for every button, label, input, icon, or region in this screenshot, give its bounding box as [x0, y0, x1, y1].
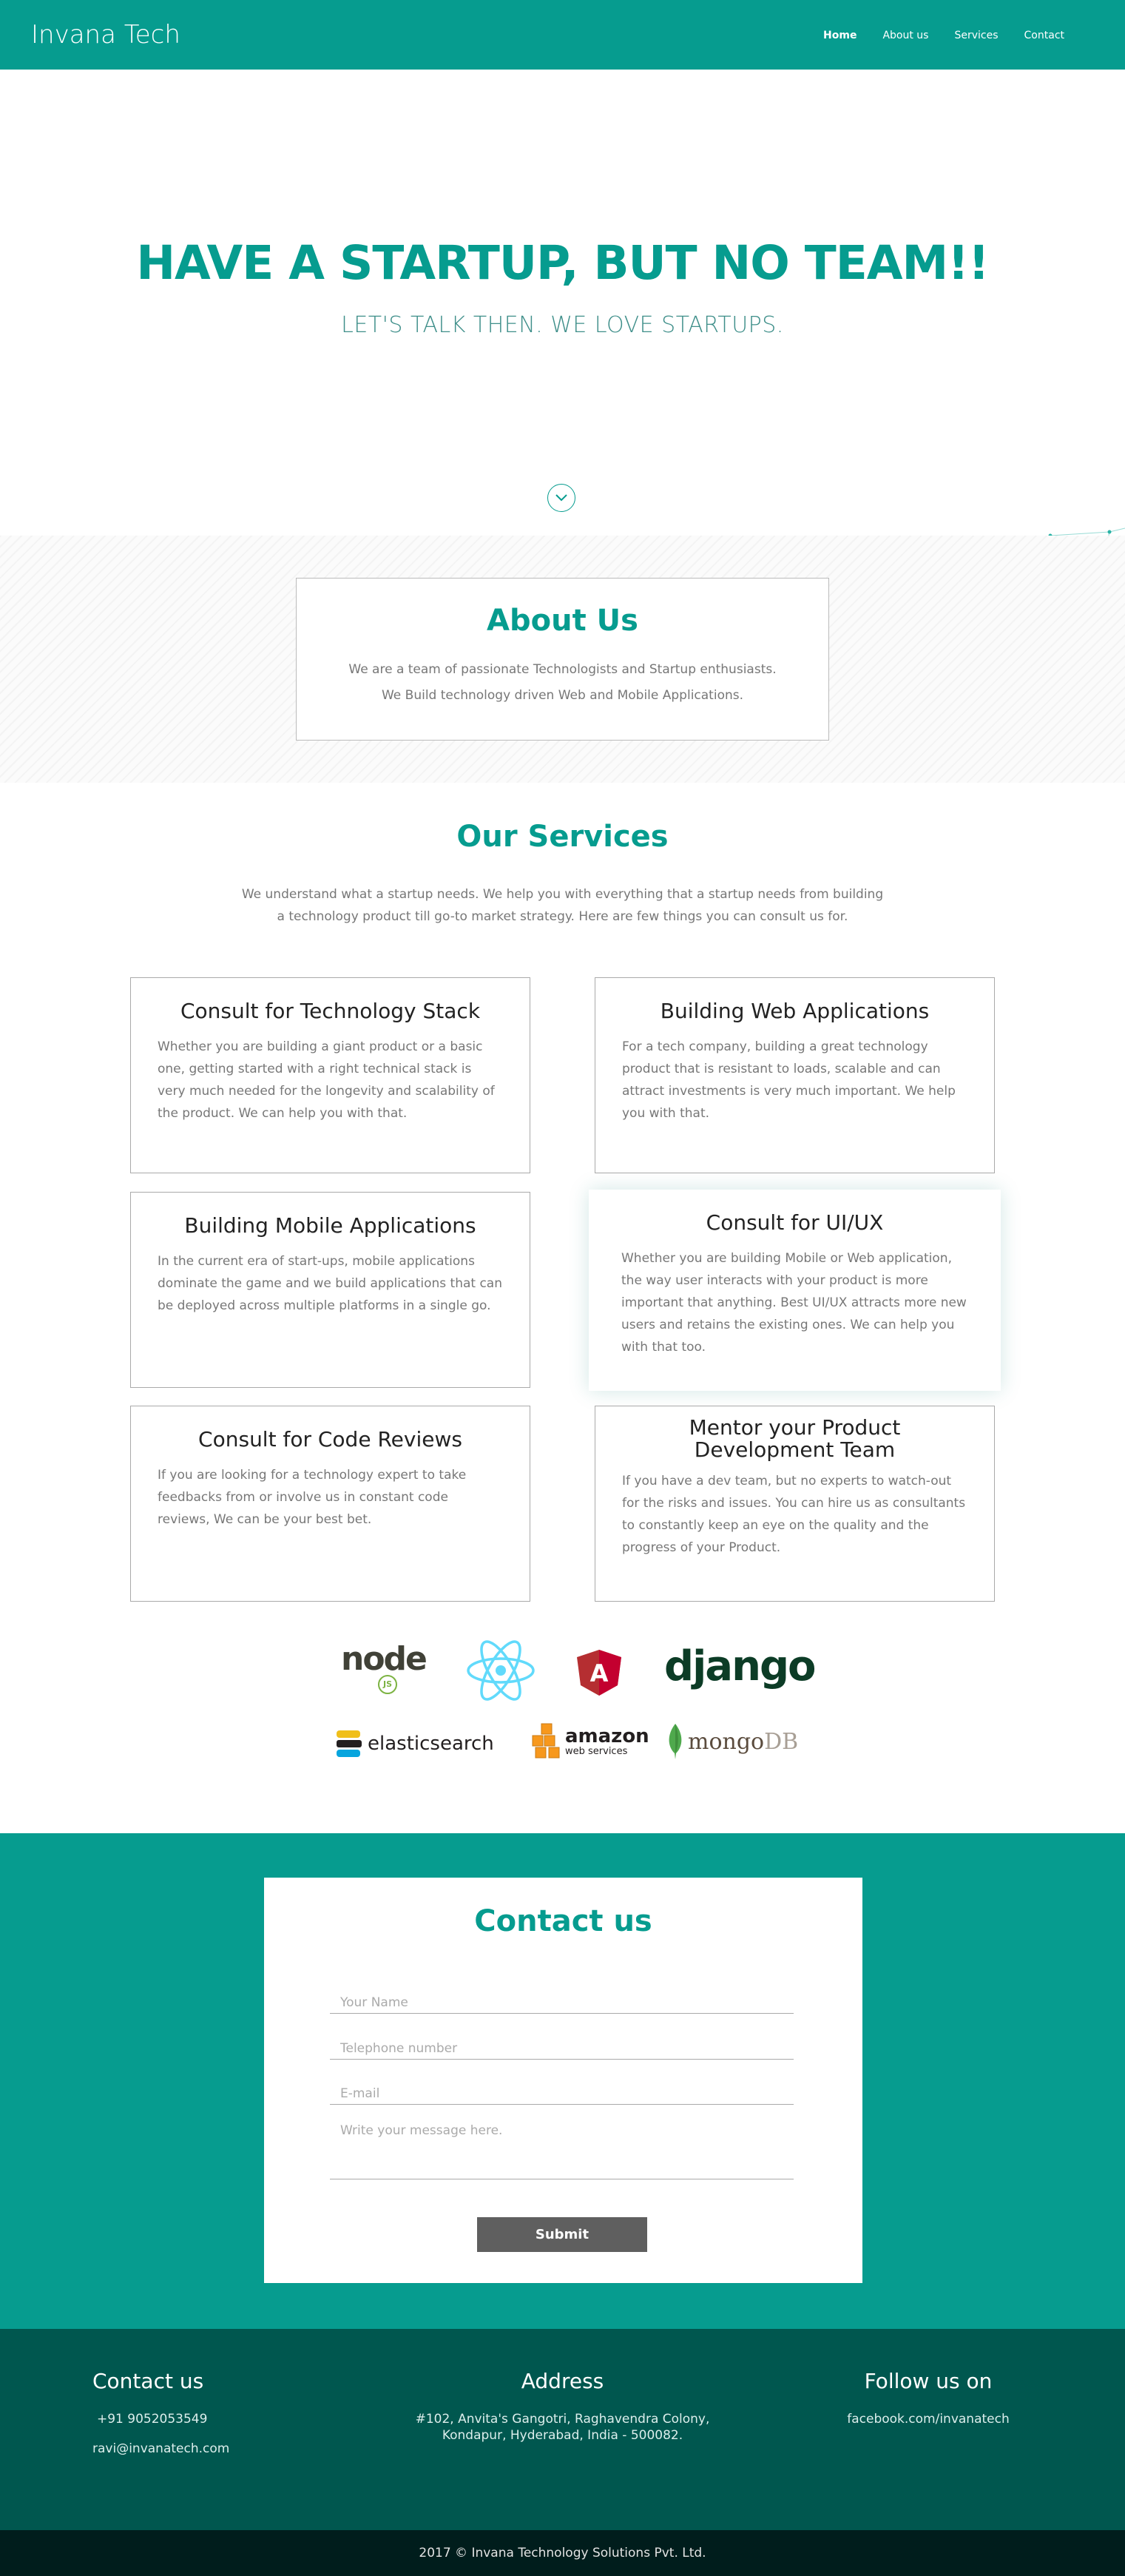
about-card: About Us We are a team of passionate Tec…	[296, 578, 829, 741]
service-card-title: Mentor your Product Development Team	[689, 1415, 901, 1462]
elasticsearch-wordmark: elasticsearch	[368, 1733, 494, 1755]
service-card-title: Consult for UI/UX	[706, 1210, 884, 1235]
service-card-title: Building Web Applications	[660, 999, 930, 1023]
copyright-bar: 2017 © Invana Technology Solutions Pvt. …	[0, 2530, 1125, 2576]
service-card-ui-ux: Consult for UI/UX Whether you are buildi…	[589, 1190, 1001, 1391]
mongodb-wordmark-mongo: mongo	[688, 1728, 765, 1755]
aws-logo: amazon web services	[531, 1719, 649, 1764]
footer: Contact us +91 9052053549 ravi@invanatec…	[0, 2329, 1125, 2530]
mongodb-logo: mongo DB	[667, 1722, 798, 1761]
email-input[interactable]	[330, 2075, 794, 2104]
service-card-title: Consult for Technology Stack	[180, 999, 481, 1023]
service-card-text: If you have a dev team, but no experts t…	[622, 1474, 966, 1555]
nav-item-services[interactable]: Services	[954, 30, 998, 41]
contact-section: Contact us Submit	[0, 1833, 1125, 2329]
service-card-mentor: Mentor your Product Development Team If …	[595, 1406, 995, 1602]
brand-logo-text[interactable]: Invana Tech	[31, 20, 180, 50]
services-intro-line-2: a technology product till go-to market s…	[277, 909, 848, 924]
footer-follow-column: Follow us on facebook.com/invanatech	[814, 2369, 1043, 2427]
mongodb-wordmark-db: DB	[764, 1728, 799, 1755]
hero-title: HAVE A STARTUP, BUT NO TEAM!!	[136, 236, 989, 290]
service-card-tech-stack: Consult for Technology Stack Whether you…	[130, 977, 530, 1173]
service-card-code-reviews: Consult for Code Reviews If you are look…	[130, 1406, 530, 1602]
nodejs-logo: node JS	[341, 1639, 433, 1697]
service-card-text: If you are looking for a technology expe…	[158, 1468, 467, 1527]
about-title: About Us	[487, 604, 638, 638]
contact-form-card: Contact us Submit	[264, 1878, 862, 2283]
top-navbar: Invana Tech Home About us Services Conta…	[0, 0, 1125, 70]
service-card-text: Whether you are building a giant product…	[158, 1039, 495, 1121]
telephone-input[interactable]	[330, 2030, 794, 2059]
nav-item-about-us[interactable]: About us	[882, 30, 928, 41]
services-intro: We understand what a startup needs. We h…	[0, 883, 1125, 928]
about-section: About Us We are a team of passionate Tec…	[0, 536, 1125, 783]
react-logo-icon	[467, 1640, 535, 1701]
contact-title: Contact us	[474, 1904, 652, 1938]
chevron-down-icon	[555, 494, 567, 502]
elasticsearch-logo: elasticsearch	[337, 1728, 494, 1759]
nav-menu: Home About us Services Contact	[797, 30, 1064, 41]
email-field-wrapper	[330, 2075, 794, 2105]
service-card-text: For a tech company, building a great tec…	[622, 1039, 956, 1121]
elasticsearch-icon	[337, 1730, 362, 1757]
scroll-down-button[interactable]	[547, 484, 575, 512]
message-field-wrapper	[330, 2116, 794, 2179]
hero-section: HAVE A STARTUP, BUT NO TEAM!! LET'S TALK…	[0, 70, 1125, 536]
footer-address-line-2: Kondapur, Hyderabad, India - 500082.	[442, 2428, 683, 2443]
aws-wordmark-sub: web services	[565, 1746, 628, 1757]
service-card-web-apps: Building Web Applications For a tech com…	[595, 977, 995, 1173]
nodejs-wordmark: node	[341, 1640, 428, 1678]
mongodb-leaf-icon	[669, 1724, 682, 1759]
about-text-line-1: We are a team of passionate Technologist…	[348, 662, 777, 677]
services-intro-line-1: We understand what a startup needs. We h…	[241, 887, 884, 902]
aws-cubes-icon	[532, 1723, 560, 1759]
footer-follow-title: Follow us on	[864, 2369, 993, 2393]
service-card-title: Building Mobile Applications	[184, 1213, 476, 1238]
phone-field-wrapper	[330, 2030, 794, 2060]
service-card-title: Consult for Code Reviews	[198, 1427, 462, 1451]
nav-item-home[interactable]: Home	[823, 30, 857, 41]
name-field-wrapper	[330, 1984, 794, 2014]
hero-subtitle: LET'S TALK THEN. WE LOVE STARTUPS.	[341, 312, 784, 338]
submit-button[interactable]: Submit	[477, 2217, 647, 2252]
services-title: Our Services	[456, 820, 669, 854]
aws-wordmark-main: amazon	[565, 1725, 649, 1747]
footer-facebook-link[interactable]: facebook.com/invanatech	[814, 2411, 1043, 2427]
services-section: Our Services We understand what a startu…	[0, 783, 1125, 1833]
network-graphic	[1048, 527, 1125, 536]
about-text-line-2: We Build technology driven Web and Mobil…	[381, 688, 744, 703]
name-input[interactable]	[330, 1984, 794, 2013]
nav-item-contact[interactable]: Contact	[1024, 30, 1064, 41]
service-card-text: In the current era of start-ups, mobile …	[158, 1254, 502, 1313]
aws-wordmark: amazon web services	[565, 1726, 649, 1757]
service-card-text: Whether you are building Mobile or Web a…	[621, 1251, 967, 1355]
nodejs-js-badge: JS	[378, 1675, 397, 1694]
service-card-mobile-apps: Building Mobile Applications In the curr…	[130, 1192, 530, 1388]
angular-letter: A	[590, 1659, 609, 1687]
django-logo: django	[664, 1642, 816, 1690]
angular-logo-icon: A	[577, 1650, 621, 1696]
message-textarea[interactable]	[330, 2116, 794, 2179]
